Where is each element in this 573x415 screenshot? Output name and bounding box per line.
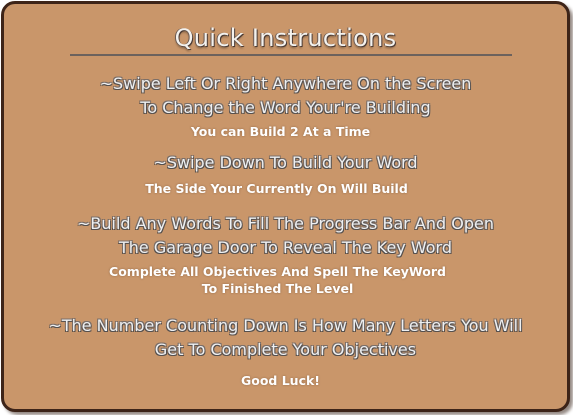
instruction-swipe-sides-note: You can Build 2 At a Time [190, 124, 371, 139]
instruction-swipe-down-note: The Side Your Currently On Will Build [145, 181, 408, 196]
instruction-build-words-note-2: To Finished The Level [201, 281, 354, 296]
panel-title: Quick Instructions [174, 24, 397, 52]
instruction-countdown-line-1: ~The Number Counting Down Is How Many Le… [48, 316, 523, 335]
title-divider [70, 54, 512, 56]
instruction-swipe-sides-line-2: To Change the Word Your're Building [140, 98, 431, 117]
instruction-countdown-line-2: Get To Complete Your Objectives [154, 340, 417, 359]
instruction-build-words-line-2: The Garage Door To Reveal The Key Word [119, 238, 452, 257]
instructions-panel: Quick Instructions ~Swipe Left Or Right … [1, 1, 570, 412]
good-luck-text: Good Luck! [240, 373, 321, 388]
instruction-swipe-sides-line-1: ~Swipe Left Or Right Anywhere On the Scr… [99, 74, 472, 93]
instruction-build-words-note-1: Complete All Objectives And Spell The Ke… [109, 264, 446, 279]
instruction-build-words-line-1: ~Build Any Words To Fill The Progress Ba… [77, 214, 494, 233]
instruction-swipe-down-line: ~Swipe Down To Build Your Word [153, 153, 418, 172]
